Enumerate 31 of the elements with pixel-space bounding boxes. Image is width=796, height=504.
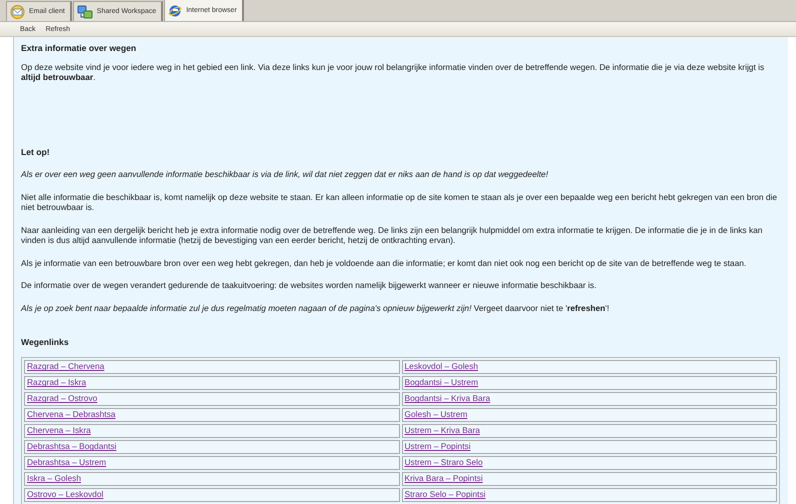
road-link[interactable]: Razgrad – Chervena: [27, 361, 104, 372]
road-link[interactable]: Chervena – Debrashtsa: [27, 409, 116, 420]
road-link[interactable]: Straro Selo – Popintsi: [404, 489, 486, 500]
paragraph: Als je op zoek bent naar bepaalde informatie zul je dus regelmatig moeten nagaan of de pagina's opnieuw bijgewerkt zijn! Vergeet daarvoor niet te 'refreshen'!: [21, 302, 610, 313]
page-title: Extra informatie over wegen: [21, 43, 138, 54]
paragraph: Niet alle informatie die beschikbaar is, komt namelijk op deze website te staan. Er kan alleen informatie op de site komen te staan als je over een bepaalde weg een bericht hebt gekregen van een bron die niet betrouwbaar is.: [21, 192, 778, 212]
road-link[interactable]: Kriva Bara – Popintsi: [404, 473, 483, 484]
road-link[interactable]: Razgrad – Ostrovo: [27, 393, 98, 404]
paragraph: Als er over een weg geen aanvullende informatie beschikbaar is via de link, wil dat niet zeggen dat er niks aan de hand is op dat weggedeelte!: [21, 169, 550, 180]
road-link[interactable]: Ustrem – Kriva Bara: [404, 425, 480, 436]
road-link[interactable]: Debrashtsa – Ustrem: [27, 457, 106, 468]
road-link[interactable]: Debrashtsa – Bogdantsi: [27, 441, 116, 452]
workspace-icon: [76, 4, 93, 18]
paragraph: Op deze website vind je voor iedere weg in het gebied een link. Via deze links kun je voor jouw rol belangrijke informatie vinden over de betreffende wegen. De informatie die je via deze website krijgt is altijd betrouwbaar.: [21, 62, 766, 82]
road-link[interactable]: Iskra – Golesh: [27, 473, 81, 484]
paragraph: De informatie over de wegen verandert gedurende de taakuitvoering: de websites worden namelijk bijgewerkt wanneer er nieuwe informatie beschikbaar is.: [21, 280, 598, 290]
road-link[interactable]: Bogdantsi – Ustrem: [404, 377, 478, 388]
paragraph: Als je informatie van een betrouwbare bron over een weg hebt gekregen, dan heb je voldoende aan die informatie; er komt dan niet ook nog een bericht op de site van de betreffende weg te staan.: [21, 258, 748, 268]
section-heading: Wegenlinks: [21, 337, 70, 348]
road-link[interactable]: Chervena – Iskra: [27, 425, 91, 436]
road-link[interactable]: Ustrem – Straro Selo: [404, 457, 483, 468]
road-link[interactable]: Ostrovo – Leskovdol: [27, 489, 104, 500]
browser-icon: [168, 4, 182, 18]
paragraph: Naar aanleiding van een dergelijk bericht heb je extra informatie nodig over de betreffende weg. De links zijn een belangrijk hulpmiddel om extra informatie te krijgen. De informatie die je in de links kan vinden is dus altijd aanvullende informatie (hetzij de bevestiging van een eerder bericht, hetzij de ontkrachting ervan).: [21, 224, 764, 246]
envelope-icon: [10, 4, 25, 18]
road-link[interactable]: Golesh – Ustrem: [404, 409, 468, 420]
road-link[interactable]: Bogdantsi – Kriva Bara: [404, 393, 490, 404]
section-heading: Let op!: [21, 146, 51, 157]
road-link[interactable]: Razgrad – Iskra: [27, 377, 86, 388]
road-link[interactable]: Leskovdol – Golesh: [404, 361, 478, 372]
road-link[interactable]: Ustrem – Popintsi: [404, 441, 471, 452]
